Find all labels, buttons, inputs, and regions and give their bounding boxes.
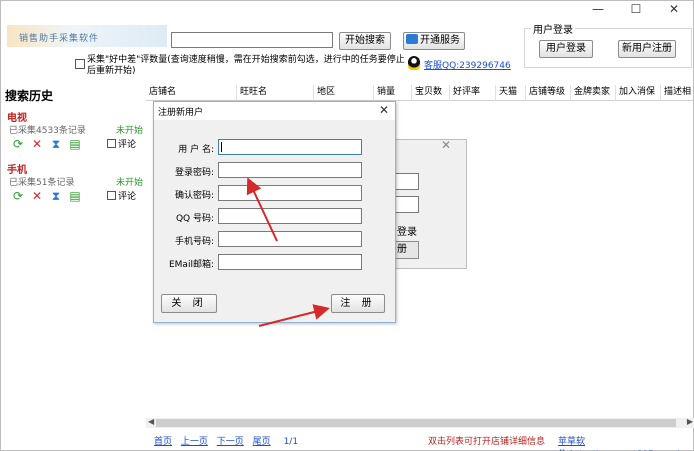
collect-ratings-label: 采集"好中差"评数量(查询速度稍慢，需在开始搜索前勾选，进行中的任务要停止后重新… bbox=[87, 55, 405, 76]
column-header[interactable]: 好评率 bbox=[450, 85, 496, 101]
history-item-count: 已采集51条记录 bbox=[9, 178, 75, 188]
delete-icon[interactable]: ✕ bbox=[30, 138, 44, 150]
email-label: EMail邮箱: bbox=[168, 260, 214, 270]
column-header[interactable]: 天猫 bbox=[496, 85, 526, 101]
history-item[interactable]: 电视 已采集4533条记录 未开始 ⟳ ✕ ⧗ ▤ 评论 bbox=[7, 109, 143, 150]
column-header[interactable]: 加入消保 bbox=[616, 85, 661, 101]
maximize-icon[interactable]: ☐ bbox=[617, 1, 655, 19]
delete-icon[interactable]: ✕ bbox=[30, 190, 44, 202]
first-page-link[interactable]: 首页 bbox=[154, 437, 172, 447]
collect-ratings-checkbox[interactable] bbox=[75, 59, 85, 69]
website-link[interactable]: 苹草软件:http://www.net885.com/ bbox=[558, 434, 693, 451]
column-header[interactable]: 描述相 bbox=[661, 85, 694, 101]
open-service-button[interactable]: 开通服务 bbox=[403, 32, 465, 50]
register-submit-button[interactable]: 注 册 bbox=[331, 294, 385, 313]
username-field[interactable] bbox=[218, 139, 362, 155]
register-dialog-titlebar: 注册新用户 ✕ bbox=[154, 102, 395, 120]
service-icon bbox=[406, 34, 418, 44]
login-dialog-label: 登录 bbox=[397, 227, 417, 238]
pager: 首页 上一页 下一页 尾页 1/1 bbox=[154, 434, 298, 447]
history-item-comment[interactable]: 评论 bbox=[107, 137, 136, 150]
window-controls: — ☐ ✕ bbox=[579, 1, 693, 19]
last-page-link[interactable]: 尾页 bbox=[253, 437, 271, 447]
text-caret bbox=[221, 142, 222, 152]
comment-label: 评论 bbox=[118, 140, 137, 150]
column-header[interactable]: 店铺等级 bbox=[526, 85, 571, 101]
password-label: 登录密码: bbox=[174, 168, 214, 178]
horizontal-scrollbar[interactable]: ◀ ▶ bbox=[146, 417, 694, 428]
history-item-comment[interactable]: 评论 bbox=[107, 189, 136, 202]
confirm-password-field[interactable] bbox=[218, 185, 362, 201]
confirm-password-label: 确认密码: bbox=[174, 191, 214, 201]
column-header[interactable]: 店铺名 bbox=[146, 85, 237, 101]
email-field[interactable] bbox=[218, 254, 362, 270]
column-header[interactable]: 金牌卖家 bbox=[571, 85, 616, 101]
table-icon[interactable]: ▤ bbox=[68, 190, 82, 202]
export-icon[interactable]: ⧗ bbox=[49, 190, 63, 202]
comment-label: 评论 bbox=[118, 192, 137, 202]
register-dialog-title: 注册新用户 bbox=[158, 108, 204, 118]
register-dialog: 注册新用户 ✕ 用 户 名: 登录密码: 确认密码: QQ 号码: 手机号码: … bbox=[153, 101, 396, 323]
search-input[interactable] bbox=[171, 32, 333, 48]
history-item-count: 已采集4533条记录 bbox=[9, 126, 86, 136]
qq-penguin-icon bbox=[408, 56, 420, 70]
username-label: 用 户 名: bbox=[178, 145, 214, 155]
page-indicator: 1/1 bbox=[283, 437, 299, 447]
scrollbar-thumb[interactable] bbox=[156, 419, 676, 427]
column-header[interactable]: 旺旺名 bbox=[237, 85, 314, 101]
table-icon[interactable]: ▤ bbox=[68, 138, 82, 150]
comment-checkbox[interactable] bbox=[107, 191, 116, 200]
phone-number-label: 手机号码: bbox=[174, 237, 214, 247]
user-login-button[interactable]: 用户登录 bbox=[539, 40, 593, 58]
column-header[interactable]: 地区 bbox=[314, 85, 374, 101]
register-dialog-close-icon[interactable]: ✕ bbox=[379, 103, 389, 117]
login-dialog-close-icon[interactable]: ✕ bbox=[441, 138, 451, 152]
password-field[interactable] bbox=[218, 162, 362, 178]
column-header[interactable]: 宝贝数 bbox=[412, 85, 450, 101]
double-click-hint: 双击列表可打开店铺详细信息 bbox=[428, 437, 546, 447]
open-service-label: 开通服务 bbox=[420, 35, 460, 46]
login-password-field[interactable] bbox=[395, 196, 419, 213]
history-item-name: 手机 bbox=[7, 165, 27, 176]
start-search-button[interactable]: 开始搜索 bbox=[339, 32, 391, 50]
new-user-register-button[interactable]: 新用户注册 bbox=[618, 40, 676, 58]
scroll-right-icon[interactable]: ▶ bbox=[687, 417, 693, 426]
qq-support-link[interactable]: 客服QQ:239296746 bbox=[424, 58, 511, 71]
phone-number-field[interactable] bbox=[218, 231, 362, 247]
scroll-left-icon[interactable]: ◀ bbox=[148, 417, 154, 426]
column-header[interactable]: 销量 bbox=[374, 85, 412, 101]
login-group-title: 用户登录 bbox=[531, 21, 575, 36]
login-username-field[interactable] bbox=[395, 173, 419, 190]
comment-checkbox[interactable] bbox=[107, 139, 116, 148]
app-logo-text: 销售助手采集软件 bbox=[19, 34, 100, 44]
main-window: — ☐ ✕ 销售助手采集软件 开始搜索 开通服务 采集"好中差"评数量(查询速度… bbox=[0, 0, 694, 451]
refresh-icon[interactable]: ⟳ bbox=[11, 138, 25, 150]
prev-page-link[interactable]: 上一页 bbox=[181, 437, 208, 447]
next-page-link[interactable]: 下一页 bbox=[217, 437, 244, 447]
search-history-title: 搜索历史 bbox=[5, 89, 54, 103]
grid-header: 店铺名 旺旺名 地区 销量 宝贝数 好评率 天猫 店铺等级 金牌卖家 加入消保 … bbox=[146, 85, 694, 101]
close-icon[interactable]: ✕ bbox=[655, 1, 693, 19]
history-item-status: 未开始 bbox=[115, 178, 143, 188]
qq-number-field[interactable] bbox=[218, 208, 362, 224]
history-item[interactable]: 手机 已采集51条记录 未开始 ⟳ ✕ ⧗ ▤ 评论 bbox=[7, 161, 143, 202]
login-dialog-register-button[interactable]: 册 bbox=[395, 241, 419, 259]
qq-number-label: QQ 号码: bbox=[175, 214, 214, 224]
refresh-icon[interactable]: ⟳ bbox=[11, 190, 25, 202]
minimize-icon[interactable]: — bbox=[579, 1, 617, 19]
history-item-status: 未开始 bbox=[115, 126, 143, 136]
export-icon[interactable]: ⧗ bbox=[49, 138, 63, 150]
register-close-button[interactable]: 关 闭 bbox=[161, 294, 217, 313]
history-item-name: 电视 bbox=[7, 113, 27, 124]
